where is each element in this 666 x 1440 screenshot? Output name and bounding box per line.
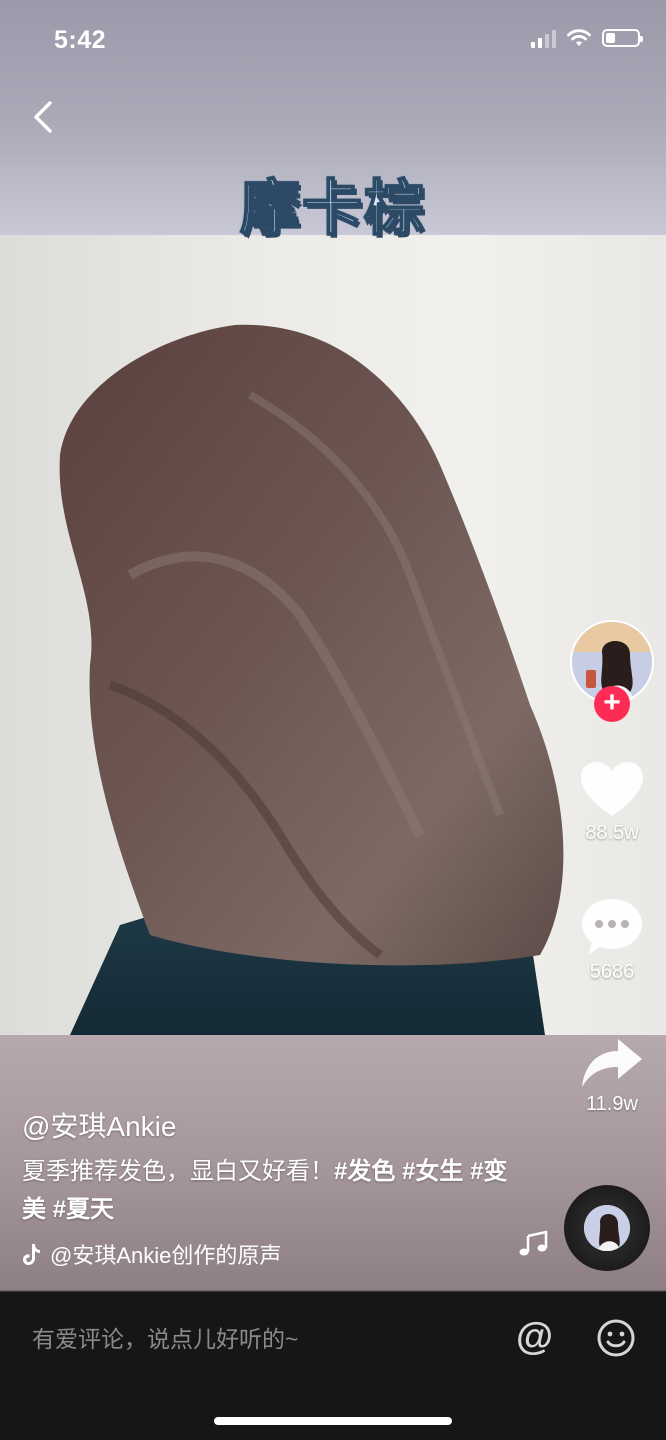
music-note-icon [519, 1230, 548, 1256]
music-disc-cover [584, 1205, 630, 1251]
signal-icon [531, 28, 556, 48]
hashtag[interactable]: #女生 [402, 1158, 463, 1185]
wifi-icon [567, 29, 591, 46]
status-bar: 5:42 [0, 0, 666, 80]
share-count: 11.9w [586, 1093, 638, 1115]
video-feed-screen[interactable]: 5:42 摩卡棕 + 88.5w 5686 11.9w @安琪Ankie 夏季推… [0, 0, 666, 1440]
share-arrow-icon [582, 1039, 642, 1087]
video-description: 夏季推荐发色，显白又好看！#发色 #女生 #变美 #夏天 [22, 1153, 522, 1229]
music-title: @安琪Ankie创作的原声 [50, 1243, 282, 1268]
battery-icon [602, 29, 643, 47]
hashtag[interactable]: #发色 [334, 1158, 395, 1185]
hashtag[interactable]: #夏天 [53, 1196, 114, 1223]
status-icons [531, 28, 643, 48]
like-count: 88.5w [585, 822, 639, 844]
status-time: 5:42 [54, 26, 107, 54]
author-name[interactable]: @安琪Ankie [22, 1105, 176, 1145]
chevron-left-icon [34, 101, 52, 133]
back-button[interactable] [24, 95, 64, 139]
douyin-logo-icon [23, 1244, 40, 1265]
comment-input[interactable]: 有爱评论，说点儿好听的~ [32, 1320, 298, 1354]
heart-icon [581, 762, 643, 816]
share-button[interactable]: 11.9w [570, 1035, 654, 1116]
comment-count: 5686 [589, 961, 635, 983]
comment-button[interactable]: 5686 [570, 895, 654, 984]
description-text: 夏季推荐发色，显白又好看！ [22, 1158, 334, 1185]
creator-avatar-button[interactable]: + [570, 620, 654, 730]
follow-button[interactable]: + [594, 686, 630, 722]
music-info[interactable]: @安琪Ankie创作的原声 [22, 1238, 281, 1270]
emoji-icon[interactable] [596, 1318, 636, 1358]
video-frame[interactable] [0, 235, 666, 1035]
hair-image [59, 324, 564, 1035]
music-disc-button[interactable] [564, 1185, 650, 1271]
video-title-overlay: 摩卡棕 [239, 174, 426, 243]
mention-button[interactable]: @ [516, 1316, 553, 1359]
comment-bubble-icon [582, 899, 642, 955]
like-button[interactable]: 88.5w [570, 760, 654, 845]
home-indicator [214, 1417, 452, 1425]
